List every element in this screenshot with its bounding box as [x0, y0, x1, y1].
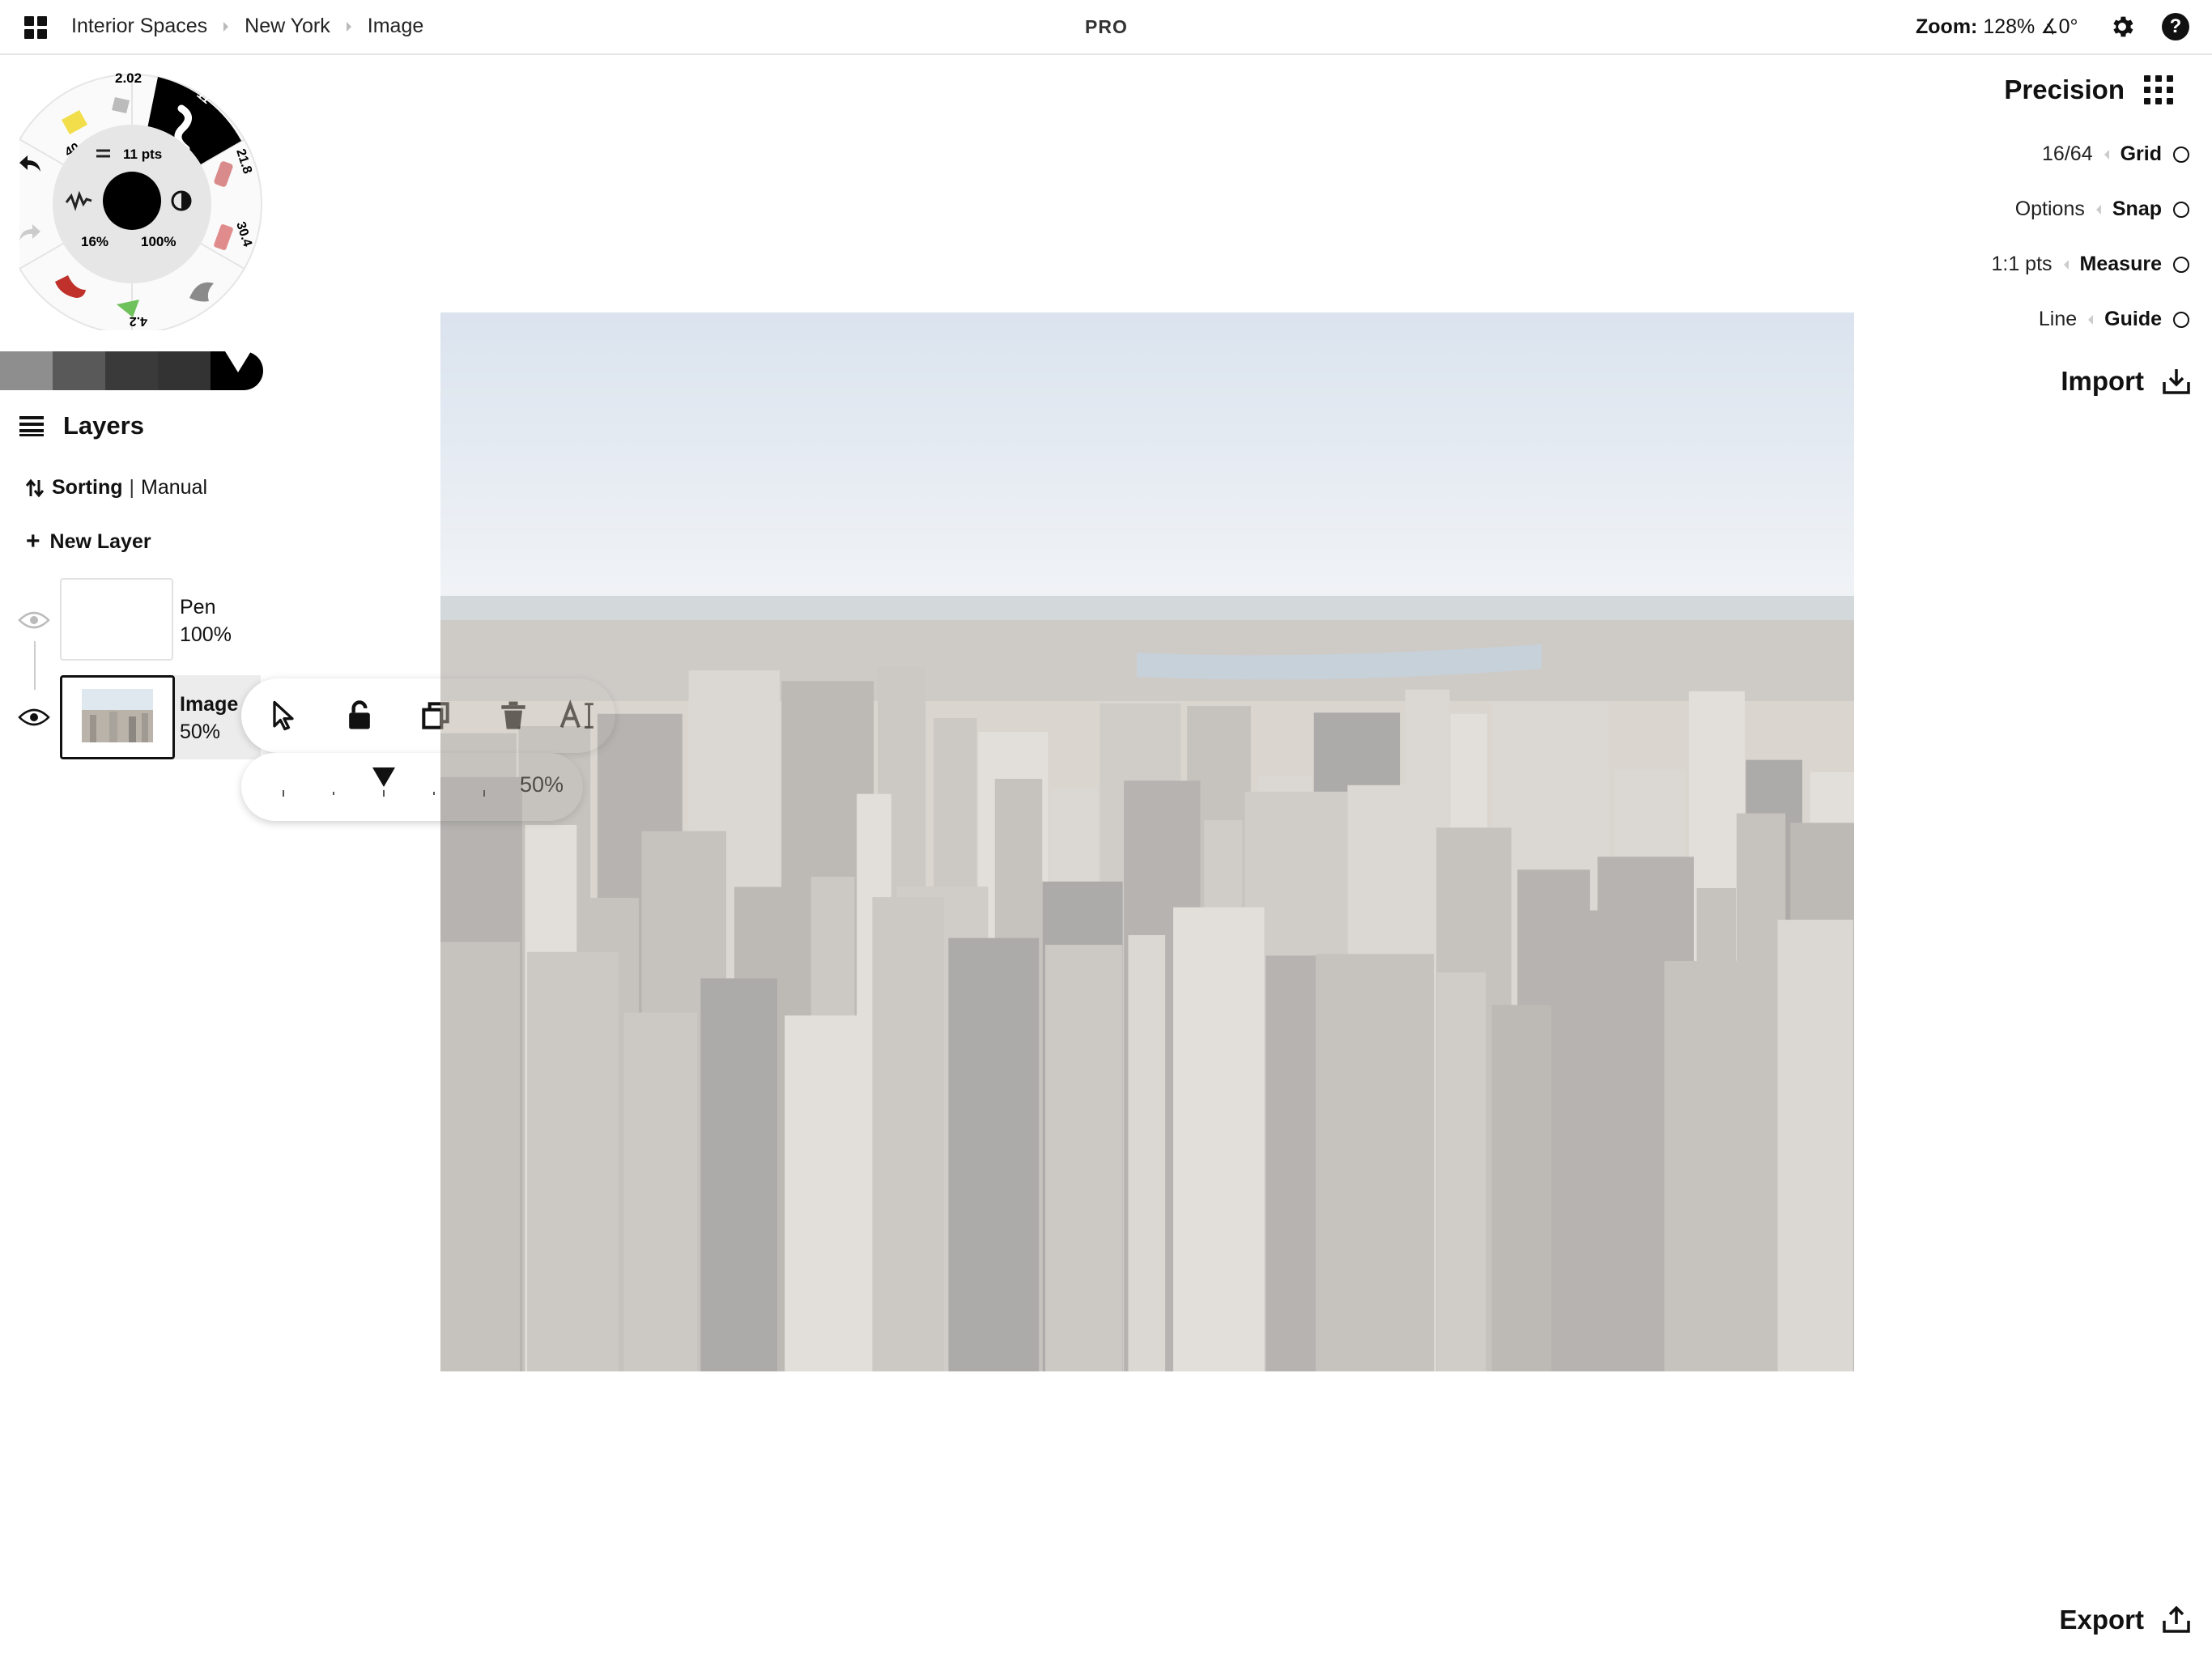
sorting-divider: |: [129, 476, 135, 499]
city-photo: [440, 312, 1854, 1371]
precision-row-guide[interactable]: Line Guide: [2039, 308, 2189, 331]
new-layer-label: New Layer: [49, 529, 151, 553]
color-history: [0, 351, 264, 390]
layer-row-image[interactable]: Image 50%: [18, 675, 277, 759]
gear-icon[interactable]: [2108, 13, 2136, 40]
layer-sorting[interactable]: Sorting | Manual: [26, 476, 207, 500]
precision-grid-icon[interactable]: [2144, 75, 2173, 104]
guide-toggle[interactable]: [2173, 311, 2189, 328]
precision-row-snap[interactable]: Options Snap: [2015, 198, 2189, 221]
layer-opacity-pen: 100%: [180, 623, 232, 646]
brush-wheel[interactable]: 40 2.02 11 21.8 30.4 4.2 11 pts 16% 100%: [19, 63, 266, 330]
guide-value: Line: [2038, 308, 2078, 330]
opacity-slider-thumb[interactable]: [372, 767, 395, 787]
pro-badge[interactable]: PRO: [1085, 16, 1128, 38]
row-separator-icon: [2104, 149, 2109, 159]
guide-label: Guide: [2104, 308, 2162, 330]
sorting-label: Sorting: [52, 476, 123, 499]
brush-opacity-value[interactable]: 100%: [141, 234, 176, 249]
layer-row-pen[interactable]: Pen 100%: [18, 578, 277, 662]
plus-icon: +: [26, 528, 40, 555]
layer-name-pen: Pen: [180, 596, 216, 619]
export-icon: [2163, 1606, 2190, 1633]
color-swatch-active[interactable]: [211, 351, 263, 390]
breadcrumb-separator-icon: [223, 21, 229, 32]
layers-title: Layers: [63, 411, 144, 440]
brush-preview-dot[interactable]: [103, 172, 161, 230]
select-arrow-icon[interactable]: [266, 698, 301, 733]
color-swatch-3[interactable]: [105, 351, 158, 390]
brush-size-label[interactable]: 11 pts: [123, 147, 162, 162]
new-layer-button[interactable]: + New Layer: [26, 528, 151, 555]
preset-size-2: 2.02: [115, 70, 142, 86]
snap-toggle[interactable]: [2173, 201, 2189, 218]
color-swatch-2[interactable]: [53, 351, 105, 390]
unlock-icon[interactable]: [342, 698, 377, 733]
breadcrumb-item-2[interactable]: New York: [245, 15, 330, 38]
sort-arrows-icon: [26, 478, 44, 497]
row-separator-icon: [2088, 314, 2094, 325]
precision-row-grid[interactable]: 16/64 Grid: [2042, 142, 2189, 166]
breadcrumb-item-3[interactable]: Image: [368, 15, 423, 38]
zoom-label: Zoom:: [1916, 15, 1978, 38]
layers-icon: [19, 416, 44, 436]
grid-value: 16/64: [2042, 142, 2093, 165]
row-separator-icon: [2063, 259, 2069, 270]
import-label: Import: [2061, 366, 2144, 396]
precision-header[interactable]: Precision: [2004, 74, 2173, 105]
snap-value: Options: [2014, 198, 2085, 220]
active-color-check-icon: [225, 351, 251, 372]
import-icon: [2163, 369, 2190, 394]
export-label: Export: [2059, 1605, 2144, 1635]
zoom-value: 128% ∡0°: [1983, 15, 2078, 38]
grid-label: Grid: [2120, 142, 2162, 165]
sorting-value: Manual: [141, 476, 207, 499]
layer-thumbnail-image[interactable]: [60, 675, 175, 759]
visibility-eye-icon-pen[interactable]: [18, 610, 50, 630]
zoom-indicator[interactable]: Zoom: 128% ∡0°: [1916, 15, 2078, 39]
redo-icon[interactable]: [18, 223, 42, 242]
color-swatch-1[interactable]: [0, 351, 53, 390]
layer-opacity-image: 50%: [180, 721, 221, 743]
help-icon[interactable]: ?: [2162, 13, 2189, 40]
layer-thumbnail-pen[interactable]: [60, 578, 173, 661]
breadcrumb-separator-icon: [346, 21, 351, 32]
import-button[interactable]: Import: [2061, 366, 2191, 397]
preset-size-6: 4.2: [130, 314, 147, 328]
row-separator-icon: [2095, 204, 2101, 215]
measure-value: 1:1 pts: [1991, 253, 2052, 275]
undo-icon[interactable]: [18, 154, 42, 173]
color-swatch-4[interactable]: [158, 351, 211, 390]
layer-name-image: Image: [180, 693, 239, 716]
top-bar: Interior Spaces New York Image PRO Zoom:…: [0, 0, 2212, 55]
measure-toggle[interactable]: [2173, 256, 2189, 273]
precision-title: Precision: [2004, 74, 2125, 104]
export-button[interactable]: Export: [2059, 1605, 2191, 1635]
breadcrumb-item-1[interactable]: Interior Spaces: [71, 15, 207, 38]
layers-header[interactable]: Layers: [18, 411, 144, 440]
grid-toggle[interactable]: [2173, 146, 2189, 163]
precision-row-measure[interactable]: 1:1 pts Measure: [1991, 253, 2189, 276]
canvas-image[interactable]: [440, 312, 1854, 1371]
visibility-eye-icon-image[interactable]: [18, 708, 50, 727]
gallery-grid-icon[interactable]: [24, 16, 47, 39]
snap-label: Snap: [2112, 198, 2162, 220]
layer-thumbnail-photo: [62, 678, 172, 757]
breadcrumb: Interior Spaces New York Image: [71, 15, 423, 38]
measure-label: Measure: [2079, 253, 2162, 275]
smoothing-value[interactable]: 16%: [81, 234, 108, 249]
